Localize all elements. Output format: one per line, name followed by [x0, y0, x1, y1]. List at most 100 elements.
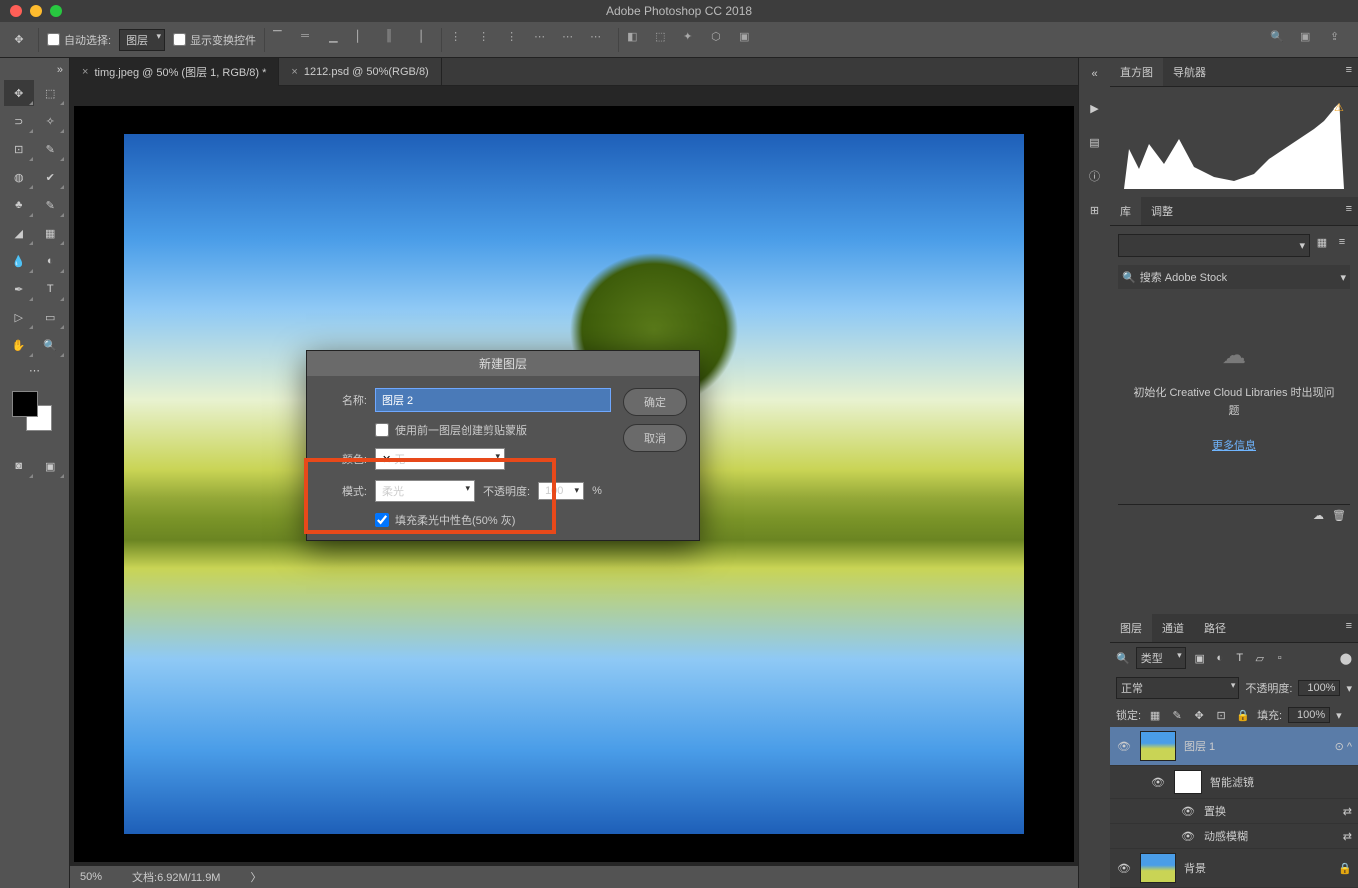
opacity-input[interactable]: 100%	[1298, 680, 1340, 696]
align-bottom-icon[interactable]: ▁	[329, 30, 349, 50]
foreground-color[interactable]	[12, 391, 38, 417]
library-search[interactable]: 🔍 搜索 Adobe Stock ▾	[1118, 265, 1350, 289]
visibility-icon[interactable]: 👁	[1116, 740, 1132, 753]
close-tab-icon[interactable]: ×	[82, 66, 88, 78]
library-tab[interactable]: 库	[1110, 197, 1141, 225]
stamp-tool[interactable]: ♣	[4, 192, 34, 218]
visibility-icon[interactable]: 👁	[1180, 830, 1196, 843]
character-icon[interactable]: ⊞	[1085, 200, 1105, 220]
path-select-tool[interactable]: ▷	[4, 304, 34, 330]
eyedropper-tool[interactable]: ✎	[36, 136, 66, 162]
layer-color-select[interactable]: ✕ 无	[375, 448, 505, 470]
layer-name-input[interactable]: 图层 2	[375, 388, 611, 412]
info-icon[interactable]: ⓘ	[1085, 166, 1105, 186]
marquee-tool[interactable]: ⬚	[36, 80, 66, 106]
visibility-icon[interactable]: 👁	[1150, 776, 1166, 789]
wand-tool[interactable]: ✧	[36, 108, 66, 134]
clip-mask-checkbox[interactable]: 使用前一图层创建剪贴蒙版	[375, 422, 611, 438]
distribute-icon-5[interactable]: ⋯	[562, 30, 582, 50]
align-right-icon[interactable]: ▕	[413, 30, 433, 50]
filter-pixel-icon[interactable]: ▣	[1192, 650, 1208, 666]
lock-all-icon[interactable]: 🔒	[1235, 707, 1251, 723]
filter-smart-icon[interactable]: ▫	[1272, 650, 1288, 666]
lock-pos-icon[interactable]: ✥	[1191, 707, 1207, 723]
brush-tool[interactable]: ✔	[36, 164, 66, 190]
gradient-tool[interactable]: ▦	[36, 220, 66, 246]
layer-thumb[interactable]	[1140, 731, 1176, 761]
align-left-icon[interactable]: ▏	[357, 30, 377, 50]
distribute-icon-2[interactable]: ⋮	[478, 30, 498, 50]
minimize-window-button[interactable]	[30, 5, 42, 17]
layer-thumb[interactable]	[1140, 853, 1176, 883]
distribute-icon-1[interactable]: ⋮	[450, 30, 470, 50]
opacity-input[interactable]: 100	[538, 482, 584, 500]
blend-mode-select[interactable]: 柔光	[375, 480, 475, 502]
shape-tool[interactable]: ▭	[36, 304, 66, 330]
3d-icon-5[interactable]: ▣	[739, 30, 759, 50]
filter-displace[interactable]: 👁 置换 ⇄	[1110, 799, 1358, 824]
align-hcenter-icon[interactable]: ║	[385, 30, 405, 50]
auto-select-checkbox[interactable]: 自动选择:	[47, 32, 111, 48]
filter-type-icon[interactable]: T	[1232, 650, 1248, 666]
trash-icon[interactable]: 🗑	[1332, 509, 1346, 522]
filter-options-icon[interactable]: ⇄	[1343, 805, 1352, 818]
fill-input[interactable]: 100%	[1288, 707, 1330, 723]
dodge-tool[interactable]: ◐	[36, 248, 66, 274]
layer-filter-kind[interactable]: 类型	[1136, 647, 1186, 669]
layer-item-background[interactable]: 👁 背景 🔒	[1110, 849, 1358, 888]
filter-motion-blur[interactable]: 👁 动感模糊 ⇄	[1110, 824, 1358, 849]
lock-trans-icon[interactable]: ▦	[1147, 707, 1163, 723]
heal-tool[interactable]: ◍	[4, 164, 34, 190]
color-swatches[interactable]	[12, 391, 52, 431]
zoom-level[interactable]: 50%	[80, 871, 102, 883]
play-icon[interactable]: ▶	[1085, 98, 1105, 118]
screen-mode-tool[interactable]: ▣	[36, 453, 66, 479]
lasso-tool[interactable]: ⊃	[4, 108, 34, 134]
panel-menu-icon[interactable]: ≡	[1340, 197, 1358, 225]
type-tool[interactable]: T	[36, 276, 66, 302]
layers-tab[interactable]: 图层	[1110, 614, 1152, 642]
cancel-button[interactable]: 取消	[623, 424, 687, 452]
layer-item-1[interactable]: 👁 图层 1 ⊙ ^	[1110, 727, 1358, 766]
blur-tool[interactable]: 💧	[4, 248, 34, 274]
show-transform-checkbox[interactable]: 显示变换控件	[173, 32, 256, 48]
3d-icon-4[interactable]: ⬡	[711, 30, 731, 50]
panel-menu-icon[interactable]: ≡	[1340, 614, 1358, 642]
close-window-button[interactable]	[10, 5, 22, 17]
zoom-tool[interactable]: 🔍	[36, 332, 66, 358]
hand-tool[interactable]: ✋	[4, 332, 34, 358]
3d-mode-icon[interactable]: ◧	[627, 30, 647, 50]
neutral-fill-checkbox[interactable]: 填充柔光中性色(50% 灰)	[375, 512, 611, 528]
move-tool[interactable]: ✥	[4, 80, 34, 106]
distribute-icon-3[interactable]: ⋮	[506, 30, 526, 50]
document-tab-2[interactable]: × 1212.psd @ 50%(RGB/8)	[279, 58, 441, 86]
ok-button[interactable]: 确定	[623, 388, 687, 416]
cloud-icon[interactable]: ☁	[1313, 509, 1324, 522]
lock-pixel-icon[interactable]: ✎	[1169, 707, 1185, 723]
blend-mode-select[interactable]: 正常	[1116, 677, 1239, 699]
share-icon[interactable]: ⇪	[1330, 30, 1350, 50]
smart-filters-row[interactable]: 👁 智能滤镜	[1110, 766, 1358, 799]
3d-icon-3[interactable]: ✦	[683, 30, 703, 50]
collapse-icon[interactable]: «	[1085, 64, 1105, 84]
filter-options-icon[interactable]: ⇄	[1343, 830, 1352, 843]
auto-select-target[interactable]: 图层	[119, 29, 165, 51]
channels-tab[interactable]: 通道	[1152, 614, 1194, 642]
distribute-icon-4[interactable]: ⋯	[534, 30, 554, 50]
eraser-tool[interactable]: ◢	[4, 220, 34, 246]
pen-tool[interactable]: ✒	[4, 276, 34, 302]
histogram-tab[interactable]: 直方图	[1110, 58, 1163, 86]
visibility-icon[interactable]: 👁	[1116, 862, 1132, 875]
maximize-window-button[interactable]	[50, 5, 62, 17]
close-tab-icon[interactable]: ×	[291, 66, 297, 78]
library-select[interactable]: ▾	[1118, 234, 1310, 257]
visibility-icon[interactable]: 👁	[1180, 805, 1196, 818]
search-icon[interactable]: 🔍	[1270, 30, 1290, 50]
crop-tool[interactable]: ⊡	[4, 136, 34, 162]
navigator-tab[interactable]: 导航器	[1163, 58, 1216, 86]
adjustments-tab[interactable]: 调整	[1141, 197, 1183, 225]
filter-adjust-icon[interactable]: ◐	[1212, 650, 1228, 666]
workspace-icon[interactable]: ▣	[1300, 30, 1320, 50]
measure-icon[interactable]: ▤	[1085, 132, 1105, 152]
document-tab-1[interactable]: × timg.jpeg @ 50% (图层 1, RGB/8) *	[70, 58, 279, 86]
